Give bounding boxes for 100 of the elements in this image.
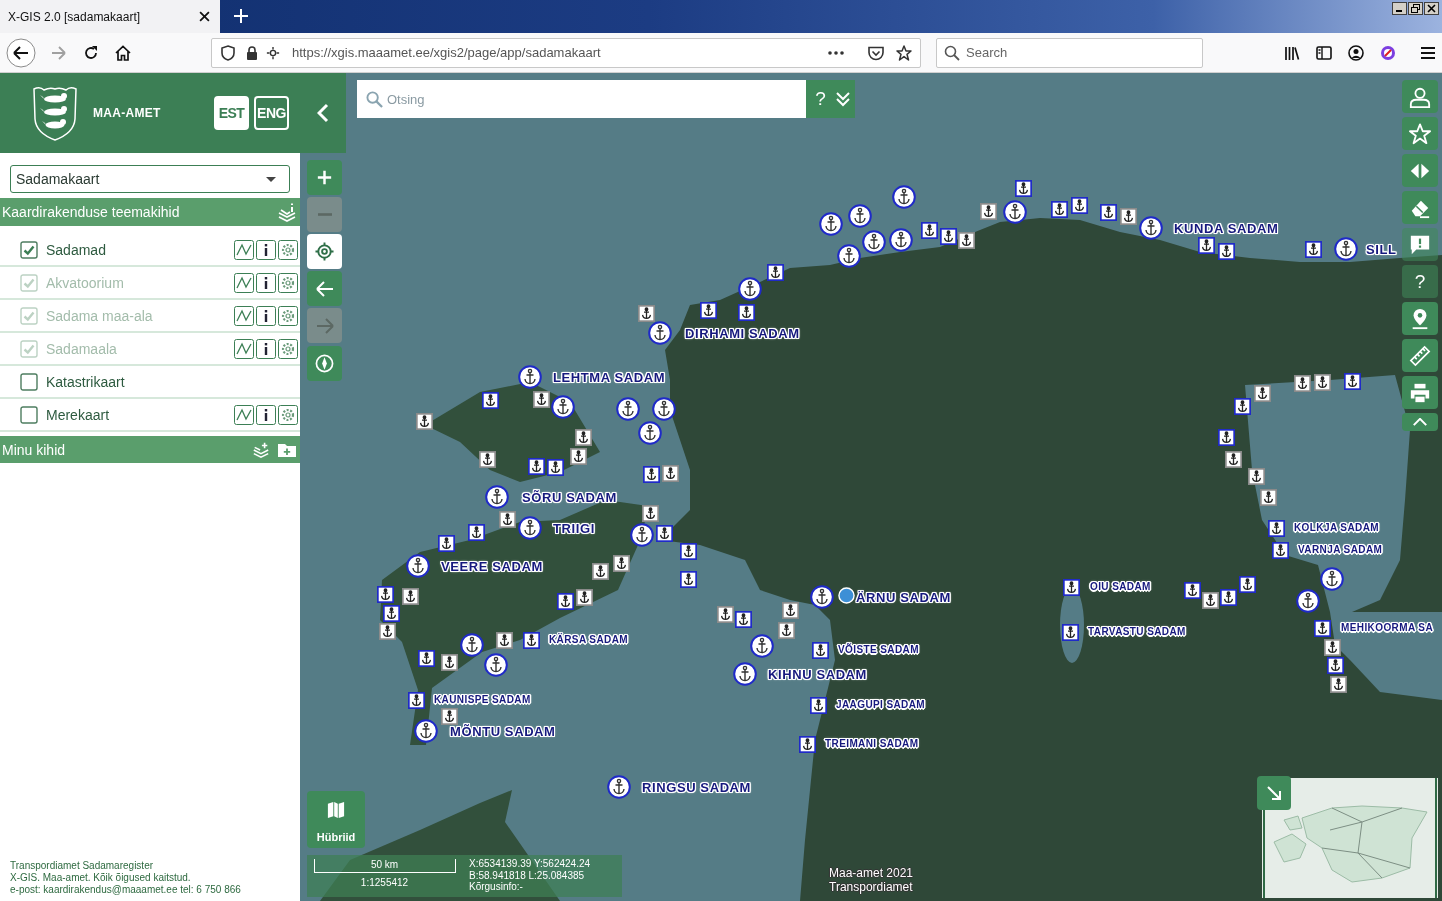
harbor-marker-icon[interactable] — [1050, 200, 1068, 218]
harbor-marker-icon[interactable] — [1304, 240, 1322, 258]
harbor-marker-icon[interactable] — [1329, 675, 1347, 693]
checkbox[interactable] — [20, 240, 38, 259]
harbor-marker-icon[interactable] — [1253, 384, 1271, 402]
harbor-marker-icon[interactable] — [1197, 236, 1215, 254]
harbor-marker-icon[interactable] — [1343, 372, 1361, 390]
harbor-marker-icon[interactable] — [575, 588, 593, 606]
harbor-marker-icon[interactable] — [495, 631, 513, 649]
legend-icon[interactable] — [234, 239, 254, 260]
expand-search-button[interactable] — [831, 80, 855, 118]
restore-icon[interactable] — [1408, 2, 1423, 15]
info-icon[interactable] — [256, 239, 276, 260]
harbor-marker-icon[interactable] — [716, 605, 734, 623]
harbor-marker-icon[interactable] — [1293, 374, 1311, 392]
harbor-marker-icon[interactable] — [378, 622, 396, 640]
expand-overview-button[interactable] — [1257, 776, 1291, 810]
home-icon[interactable] — [115, 44, 131, 61]
harbor-marker-icon[interactable] — [1313, 373, 1331, 391]
harbor-marker-icon[interactable] — [642, 465, 660, 483]
harbor-marker-icon[interactable] — [661, 464, 679, 482]
harbor-marker-icon[interactable] — [1271, 541, 1289, 559]
harbor-marker-icon[interactable] — [679, 542, 697, 560]
harbor-marker-icon[interactable] — [641, 504, 659, 522]
shield-icon[interactable] — [221, 44, 235, 61]
settings-icon[interactable] — [278, 404, 298, 425]
account-icon[interactable] — [1348, 44, 1364, 61]
harbor-marker-icon[interactable] — [798, 735, 816, 753]
search-field[interactable]: Search — [936, 37, 1203, 68]
harbor-marker-icon[interactable] — [532, 390, 550, 408]
lock-icon[interactable] — [246, 45, 258, 60]
page-info-icon[interactable] — [266, 44, 280, 61]
harbor-marker-icon[interactable] — [467, 523, 485, 541]
harbor-marker-icon[interactable] — [1323, 638, 1341, 656]
layer-row[interactable]: Katastrikaart — [0, 366, 300, 399]
browser-tab[interactable]: X-GIS 2.0 [sadamakaart] — [0, 0, 220, 33]
harbor-marker-icon[interactable] — [401, 587, 419, 605]
library-icon[interactable] — [1284, 44, 1300, 61]
pocket-icon[interactable] — [868, 44, 884, 61]
harbor-marker-icon[interactable] — [1247, 467, 1265, 485]
harbor-marker-icon[interactable] — [1070, 196, 1088, 214]
measure-button[interactable] — [1402, 339, 1438, 372]
new-tab-icon[interactable] — [234, 9, 248, 23]
help-button[interactable]: ? — [1402, 265, 1438, 298]
close-window-icon[interactable] — [1424, 2, 1439, 15]
harbor-marker-icon[interactable] — [1061, 623, 1079, 641]
compass-button[interactable] — [307, 346, 342, 381]
harbor-marker-icon[interactable] — [522, 631, 540, 649]
harbor-marker-icon[interactable] — [679, 570, 697, 588]
extension-icon[interactable] — [1380, 44, 1396, 61]
harbor-marker-icon[interactable] — [1224, 450, 1242, 468]
harbor-marker-icon[interactable] — [1217, 428, 1235, 446]
harbor-marker-icon[interactable] — [920, 221, 938, 239]
harbor-marker-icon[interactable] — [1062, 578, 1080, 596]
harbor-marker-icon[interactable] — [440, 707, 458, 725]
harbor-marker-icon[interactable] — [1233, 397, 1251, 415]
back-button[interactable] — [307, 271, 342, 306]
map-selector-dropdown[interactable]: Sadamakaart — [10, 165, 290, 193]
layer-row[interactable]: Merekaart — [0, 399, 300, 432]
checkbox[interactable] — [20, 405, 38, 424]
star-icon[interactable] — [896, 44, 912, 61]
harbor-marker-icon[interactable] — [1313, 619, 1331, 637]
harbor-marker-icon[interactable] — [1238, 575, 1256, 593]
harbor-marker-icon[interactable] — [699, 301, 717, 319]
harbor-marker-icon[interactable] — [809, 696, 827, 714]
add-layer-icon[interactable] — [251, 440, 271, 459]
help-button[interactable]: ? — [806, 80, 831, 118]
more-dots-icon[interactable] — [828, 50, 844, 55]
favorites-button[interactable] — [1402, 117, 1438, 150]
harbor-marker-icon[interactable] — [574, 428, 592, 446]
harbor-marker-icon[interactable] — [777, 621, 795, 639]
harbor-marker-icon[interactable] — [781, 601, 799, 619]
harbor-marker-icon[interactable] — [546, 458, 564, 476]
harbor-marker-icon[interactable] — [437, 534, 455, 552]
language-button[interactable]: ENG — [254, 96, 289, 130]
harbor-marker-icon[interactable] — [556, 592, 574, 610]
harbor-marker-icon[interactable] — [979, 202, 997, 220]
harbor-marker-icon[interactable] — [1201, 591, 1219, 609]
legend-icon[interactable] — [234, 404, 254, 425]
harbor-marker-icon[interactable] — [811, 641, 829, 659]
basemap-button[interactable]: Hübriid — [307, 791, 365, 848]
layer-row[interactable]: Sadamad — [0, 234, 300, 267]
harbor-marker-icon[interactable] — [957, 231, 975, 249]
harbor-marker-icon[interactable] — [734, 610, 752, 628]
location-button[interactable] — [1402, 302, 1438, 335]
map-search-field[interactable]: Otsing — [357, 80, 806, 118]
harbor-marker-icon[interactable] — [1183, 581, 1201, 599]
close-tab-icon[interactable] — [199, 11, 210, 22]
harbor-marker-icon[interactable] — [1014, 179, 1032, 197]
harbor-marker-icon[interactable] — [376, 585, 394, 603]
harbor-marker-icon[interactable] — [939, 227, 957, 245]
settings-icon[interactable] — [278, 239, 298, 260]
language-button[interactable]: EST — [214, 96, 249, 130]
harbor-marker-icon[interactable] — [569, 447, 587, 465]
account-button[interactable] — [1402, 80, 1438, 113]
clear-button[interactable] — [1402, 191, 1438, 224]
reload-icon[interactable] — [83, 44, 99, 61]
address-bar[interactable]: https://xgis.maaamet.ee/xgis2/page/app/sadamakaart — [211, 37, 921, 68]
harbor-marker-icon[interactable] — [1217, 242, 1235, 260]
info-icon[interactable] — [256, 404, 276, 425]
